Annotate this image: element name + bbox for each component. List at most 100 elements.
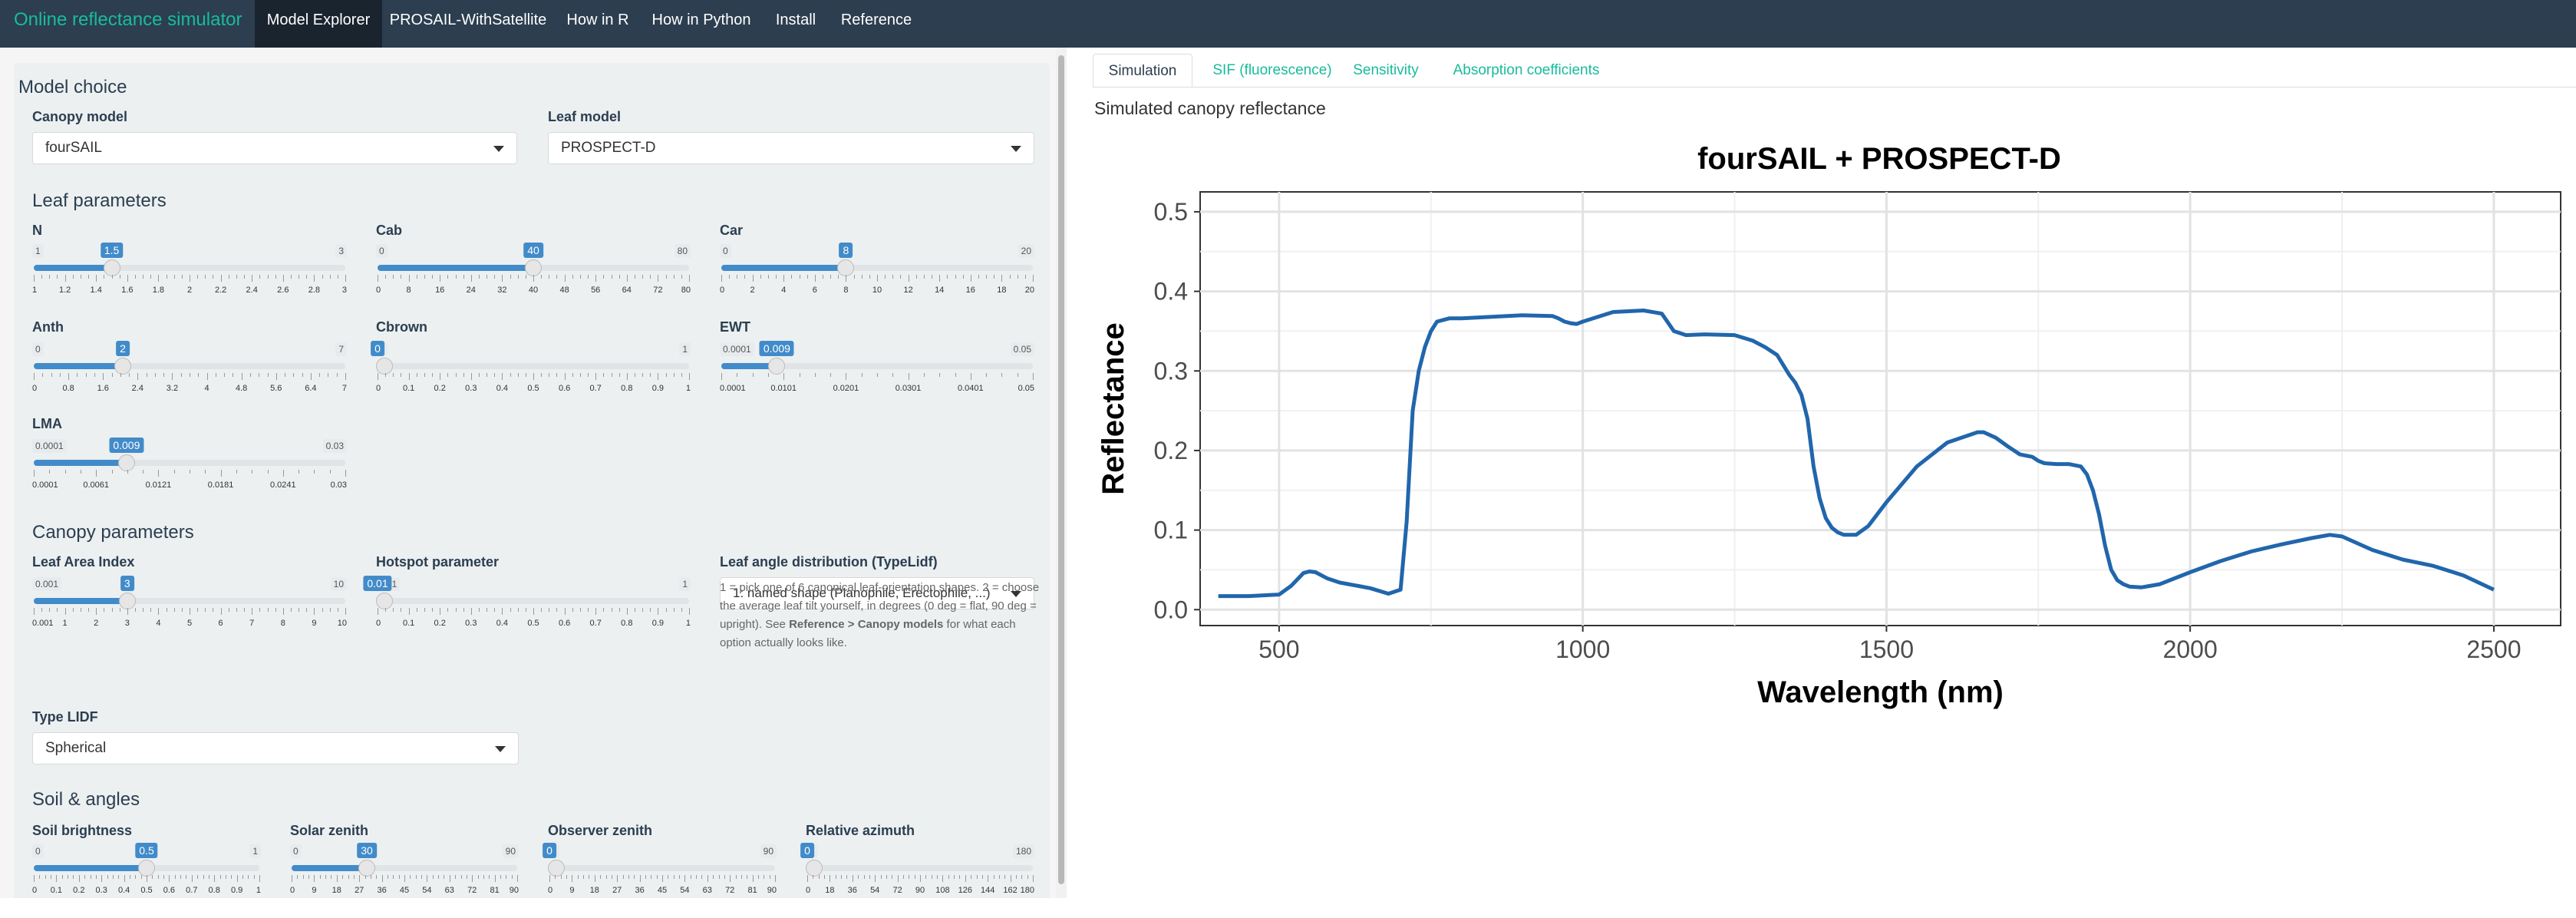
slider-tick-label: 0.0101: [770, 384, 797, 393]
slider-tick: [818, 875, 820, 879]
y-tick-label: 0.4: [1154, 278, 1188, 305]
slider-tick: [634, 875, 635, 879]
tab-absorption-coefficients[interactable]: Absorption coefficients: [1441, 54, 1611, 88]
nav-how-in-r[interactable]: How in R: [554, 0, 642, 48]
slider-value-label: 0: [800, 843, 814, 858]
slider-tick-label: 0.9: [651, 619, 665, 628]
slider-handle[interactable]: [548, 860, 565, 877]
slider-tick: [752, 875, 754, 882]
slider-tick: [830, 373, 832, 377]
slider-tick: [511, 875, 513, 879]
slider-tick: [783, 275, 785, 282]
slider-tick-label: 56: [591, 286, 601, 295]
slider-fill: [34, 363, 123, 369]
slider-n[interactable]: 1 3 1.5 1 1.2 1.4 1.6 1.8 2 2.2 2.4 2.6 2.8 3: [32, 243, 347, 318]
slider-tick-label: 2.6: [277, 286, 289, 295]
slider-tick-label: 54: [680, 886, 690, 895]
slider-cab[interactable]: 0 80 40 0 8 16 24 32 40 48 56 64 72 80: [376, 243, 691, 318]
canopy-model-select[interactable]: fourSAIL: [32, 132, 517, 164]
slider-handle[interactable]: [806, 860, 823, 877]
slider-tick-label: 4: [156, 619, 161, 628]
slider-tick-label: 2.8: [308, 286, 321, 295]
nav-how-in-python[interactable]: How in Python: [642, 0, 761, 48]
slider-tick: [424, 608, 425, 612]
slider-tick-label: 81: [490, 886, 500, 895]
slider-tick: [197, 608, 199, 612]
slider-tick-label: 5.6: [270, 384, 282, 393]
slider-tick: [920, 875, 921, 882]
slider-handle[interactable]: [114, 358, 131, 375]
slider-tick: [112, 875, 114, 879]
slider-tick: [275, 373, 277, 380]
slider-tick: [730, 875, 731, 882]
nav-install[interactable]: Install: [761, 0, 830, 48]
slider-tick: [94, 373, 95, 377]
slider-hotspot[interactable]: 0.0110.0100.10.20.30.40.50.60.70.80.91: [363, 576, 691, 651]
slider-tick: [460, 875, 462, 879]
slider-tick: [965, 875, 966, 882]
slider-fill: [34, 598, 127, 604]
slider-tick: [173, 470, 175, 474]
slider-tick-label: 0.7: [186, 886, 198, 895]
slider-cbrown[interactable]: 01000.10.20.30.40.50.60.70.80.91: [371, 341, 691, 416]
slider-tick: [336, 373, 338, 377]
slider-value-label: 3: [120, 576, 134, 591]
slider-handle[interactable]: [768, 358, 786, 375]
slider-soil-brightness[interactable]: 0 1 0.5 0 0.1 0.2 0.3 0.4 0.5 0.6 0.7 0.8 0.9 1: [32, 843, 261, 918]
slider-tick: [421, 875, 423, 879]
slider-tick: [744, 275, 746, 279]
slider-tick-label: 1: [685, 384, 691, 393]
nav-model-explorer[interactable]: Model Explorer: [255, 0, 382, 48]
slider-handle[interactable]: [837, 259, 855, 276]
slider-tick: [329, 470, 331, 474]
tab-sensitivity[interactable]: Sensitivity: [1347, 54, 1424, 88]
slider-lma[interactable]: 0.0001 0.03 0.009 0.0001 0.0061 0.0121 0.0181 0…: [32, 438, 347, 513]
y-tick-label: 0.5: [1154, 198, 1188, 226]
nav-prosail-withsatellite[interactable]: PROSAIL-WithSatellite: [382, 0, 554, 48]
slider-tick: [470, 373, 472, 380]
sidebar-scrollbar[interactable]: [1056, 48, 1067, 898]
canopy-model-value: fourSAIL: [45, 140, 102, 156]
nav-reference[interactable]: Reference: [830, 0, 922, 48]
slider-handle[interactable]: [103, 259, 120, 276]
slider-handle[interactable]: [376, 358, 393, 375]
tab-simulation[interactable]: Simulation: [1093, 54, 1192, 88]
slider-tick: [408, 373, 410, 380]
slider-handle[interactable]: [525, 259, 542, 276]
slider-handle[interactable]: [117, 454, 135, 471]
slider-tick: [959, 875, 961, 879]
slider-tick-label: 14: [935, 286, 945, 295]
slider-tick: [163, 373, 165, 377]
slider-solar-zenith[interactable]: 0 90 30 0 9 18 27 36 45 54 63 72 81 90: [290, 843, 519, 918]
slider-tick: [858, 875, 859, 879]
slider-relative-azimuth[interactable]: 0180001836547290108126144162180: [800, 843, 1034, 918]
leaf-model-select[interactable]: PROSPECT-D: [548, 132, 1034, 164]
tab-sif-fluorescence[interactable]: SIF (fluorescence): [1197, 54, 1347, 88]
reflectance-chart: fourSAIL + PROSPECT-D 500 1000 1500 2000 250…: [1097, 142, 2561, 709]
slider-tick: [275, 608, 276, 612]
slider-anth[interactable]: 0 7 2 0 0.8 1.6 2.4 3.2 4 4.8 5.6 6.4 7: [32, 341, 347, 416]
slider-lai[interactable]: 0.001 10 3 0.001 1 2 3 4 5 6 7 8 9 10: [32, 576, 347, 651]
type-lidf-select[interactable]: Spherical: [32, 732, 519, 764]
slider-tick: [39, 875, 41, 879]
slider-tick: [510, 373, 511, 377]
slider-car[interactable]: 0 20 8 0 2 4 6 8 10 12 14 16 18 20: [720, 243, 1034, 318]
slider-handle[interactable]: [118, 593, 136, 609]
slider-handle[interactable]: [138, 860, 155, 877]
slider-tick: [455, 373, 457, 377]
slider-tick-label: 27: [612, 886, 622, 895]
slider-handle[interactable]: [376, 593, 393, 609]
brand-title[interactable]: Online reflectance simulator: [14, 0, 242, 48]
slider-tick-label: 0.0241: [269, 480, 296, 490]
slider-tick: [478, 275, 480, 279]
y-tick-label: 0.3: [1154, 357, 1188, 385]
slider-ewt[interactable]: 0.0001 0.05 0.009 0.0001 0.0101 0.0201 0.0301 0…: [720, 341, 1034, 416]
slider-tick: [447, 275, 449, 279]
slider-n-label: N: [32, 223, 42, 238]
slider-track: [34, 265, 345, 271]
slider-observer-zenith[interactable]: 090009182736455463728190: [543, 843, 777, 918]
slider-tick: [489, 875, 490, 879]
scrollbar-thumb[interactable]: [1058, 55, 1064, 884]
slider-handle[interactable]: [358, 860, 375, 877]
slider-tick: [902, 875, 904, 879]
